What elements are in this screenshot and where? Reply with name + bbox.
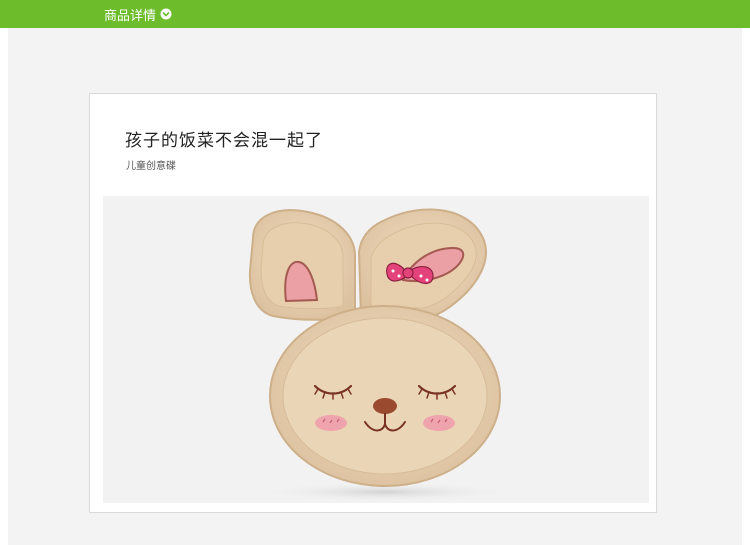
chevron-down-icon xyxy=(160,8,172,20)
left-ear-compartment xyxy=(248,209,356,321)
tab-label: 商品详情 xyxy=(104,8,157,24)
face-compartment xyxy=(269,305,501,487)
tab-product-details[interactable]: 商品详情 xyxy=(104,0,172,28)
product-image xyxy=(103,196,649,503)
product-feature-card: 孩子的饭菜不会混一起了 儿童创意碟 xyxy=(89,93,657,513)
feature-headline: 孩子的饭菜不会混一起了 xyxy=(125,131,323,151)
right-ear-compartment xyxy=(357,208,488,319)
feature-subheadline: 儿童创意碟 xyxy=(126,161,176,172)
top-nav-bar: 商品详情 xyxy=(0,0,750,28)
